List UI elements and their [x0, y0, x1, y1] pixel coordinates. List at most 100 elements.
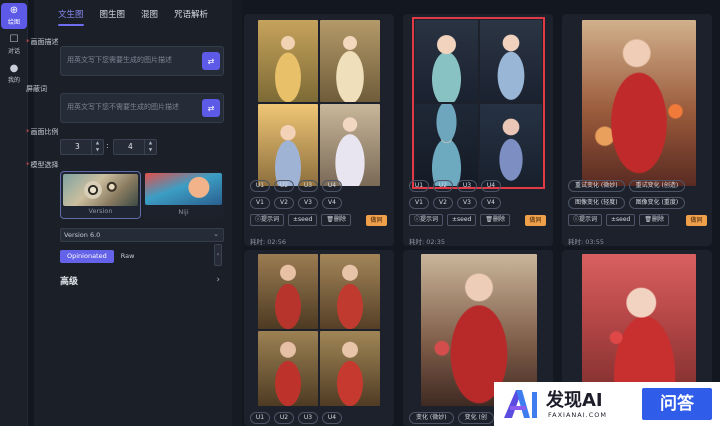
result-image-grid[interactable] [412, 17, 545, 189]
user-icon: ● [9, 63, 19, 74]
upscale-2-button[interactable]: U2 [274, 412, 294, 424]
elapsed-time: 耗时: 02:56 [250, 238, 286, 246]
upscale-1-button[interactable]: U1 [409, 180, 429, 192]
variation-2-button[interactable]: V2 [274, 197, 294, 209]
variation-3-button[interactable]: V3 [298, 197, 318, 209]
ratio-width-value: 3 [75, 142, 80, 151]
seed-button[interactable]: ±seed [288, 214, 318, 226]
upscale-1-button[interactable]: U1 [250, 412, 270, 424]
prompt-placeholder: 用英文写下您需要生成的图片描述 [67, 56, 172, 64]
upscale-row: U1 U2 U3 U4 [250, 412, 342, 424]
result-image-grid[interactable] [258, 20, 380, 186]
style-opinionated[interactable]: Opinionated [60, 250, 114, 263]
tab-text-to-image[interactable]: 文生图 [58, 4, 84, 26]
upscale-4-button[interactable]: U4 [322, 412, 342, 424]
advanced-label: 高级 [60, 277, 79, 287]
upscale-3-button[interactable]: U3 [298, 180, 318, 192]
upscale-4-button[interactable]: U4 [481, 180, 501, 192]
tab-blend[interactable]: 混图 [141, 4, 158, 24]
version-select[interactable]: Version 6.0 ⌄ [60, 228, 224, 242]
translate-icon[interactable]: ⇄ [202, 99, 220, 117]
model-niji-card[interactable]: Niji [143, 171, 224, 219]
result-thumb[interactable] [320, 331, 380, 406]
variation-light-button[interactable]: 图像变化 (轻度) [568, 197, 625, 209]
retry-creative-button[interactable]: 重试变化 (创造) [628, 180, 686, 192]
ratio-label: *画面比例 [26, 128, 59, 136]
delete-button[interactable]: 🗑删除 [321, 214, 351, 226]
ratio-separator: : [106, 141, 109, 150]
variation-creative-button[interactable]: 变化 (创 [457, 412, 494, 424]
result-thumb[interactable] [415, 20, 478, 102]
model-version-card[interactable]: Version [60, 171, 141, 219]
rail-draw[interactable]: ⊕ 绘图 [1, 3, 27, 29]
variation-row: V1 V2 V3 V4 [250, 197, 342, 209]
ratio-height-input[interactable]: 4 ▲ ▼ [113, 139, 157, 155]
prompt-button[interactable]: ⓘ提示词 [568, 214, 603, 226]
left-rail: ⊕ 绘图 ☐ 对话 ● 我的 [0, 0, 28, 426]
qa-button[interactable]: 问答 [642, 388, 712, 420]
rail-chat[interactable]: ☐ 对话 [1, 32, 27, 58]
action-row: ⓘ提示词 ±seed 🗑删除 [250, 214, 351, 226]
variation-4-button[interactable]: V4 [481, 197, 501, 209]
prompt-button[interactable]: ⓘ提示词 [250, 214, 285, 226]
elapsed-time: 耗时: 02:35 [409, 238, 445, 246]
variation-4-button[interactable]: V4 [322, 197, 342, 209]
delete-button[interactable]: 🗑删除 [639, 214, 669, 226]
style-segmented: Opinionated Raw [60, 250, 141, 263]
watermark-title: 发现AI [546, 390, 603, 411]
tab-prompt-analysis[interactable]: 咒语解析 [174, 4, 208, 24]
advanced-section[interactable]: 高级 › [60, 274, 224, 292]
prompt-label-text: 画面描述 [30, 38, 59, 46]
model-label-text: 模型选择 [30, 161, 59, 169]
result-thumb[interactable] [258, 254, 318, 329]
result-thumb[interactable] [479, 104, 542, 186]
upscale-1-button[interactable]: U1 [250, 180, 270, 192]
result-thumb[interactable] [258, 104, 318, 186]
action-row: ⓘ提示词 ±seed 🗑删除 [568, 214, 669, 226]
result-card-1: U1 U2 U3 U4 V1 V2 V3 V4 ⓘ提示词 ±seed 🗑删除 做… [244, 14, 394, 246]
result-thumb[interactable] [258, 20, 318, 102]
result-image[interactable] [582, 20, 696, 186]
retry-row: 重试变化 (微妙) 重试变化 (创造) [568, 180, 686, 192]
same-style-button[interactable]: 做同 [686, 215, 707, 226]
stepper-icon[interactable]: ▲ ▼ [91, 140, 103, 154]
result-image-grid[interactable] [258, 254, 380, 406]
upscale-2-button[interactable]: U2 [433, 180, 453, 192]
model-version-thumbnail [63, 174, 138, 206]
result-thumb[interactable] [320, 104, 380, 186]
result-thumb[interactable] [320, 20, 380, 102]
negative-input[interactable]: 用英文写下您不需要生成的图片描述 ⇄ [60, 93, 224, 123]
variation-1-button[interactable]: V1 [250, 197, 270, 209]
variation-heavy-button[interactable]: 图像变化 (重度) [628, 197, 686, 209]
translate-icon[interactable]: ⇄ [202, 52, 220, 70]
result-thumb[interactable] [320, 254, 380, 329]
stepper-icon[interactable]: ▲ ▼ [144, 140, 156, 154]
upscale-3-button[interactable]: U3 [457, 180, 477, 192]
same-style-button[interactable]: 做同 [366, 215, 387, 226]
result-card-4: U1 U2 U3 U4 [244, 250, 394, 426]
result-thumb[interactable] [415, 104, 478, 186]
tab-image-to-image[interactable]: 图生图 [100, 4, 126, 24]
upscale-4-button[interactable]: U4 [322, 180, 342, 192]
prompt-input[interactable]: 用英文写下您需要生成的图片描述 ⇄ [60, 46, 224, 76]
seed-button[interactable]: ±seed [606, 214, 636, 226]
variation-2-button[interactable]: V2 [433, 197, 453, 209]
ratio-width-input[interactable]: 3 ▲ ▼ [60, 139, 104, 155]
style-raw[interactable]: Raw [114, 250, 142, 263]
variation-1-button[interactable]: V1 [409, 197, 429, 209]
variation-subtle-button[interactable]: 变化 (微妙) [409, 412, 454, 424]
rail-mine[interactable]: ● 我的 [1, 61, 27, 87]
seed-button[interactable]: ±seed [447, 214, 477, 226]
retry-subtle-button[interactable]: 重试变化 (微妙) [568, 180, 625, 192]
variation-3-button[interactable]: V3 [457, 197, 477, 209]
same-style-button[interactable]: 做同 [525, 215, 546, 226]
upscale-2-button[interactable]: U2 [274, 180, 294, 192]
delete-button[interactable]: 🗑删除 [480, 214, 510, 226]
prompt-button[interactable]: ⓘ提示词 [409, 214, 444, 226]
chevron-right-icon: › [216, 275, 220, 285]
result-thumb[interactable] [479, 20, 542, 102]
result-thumb[interactable] [258, 331, 318, 406]
upscale-3-button[interactable]: U3 [298, 412, 318, 424]
panel-collapse-handle[interactable]: ‹ [214, 244, 222, 266]
ratio-height-value: 4 [128, 142, 133, 151]
